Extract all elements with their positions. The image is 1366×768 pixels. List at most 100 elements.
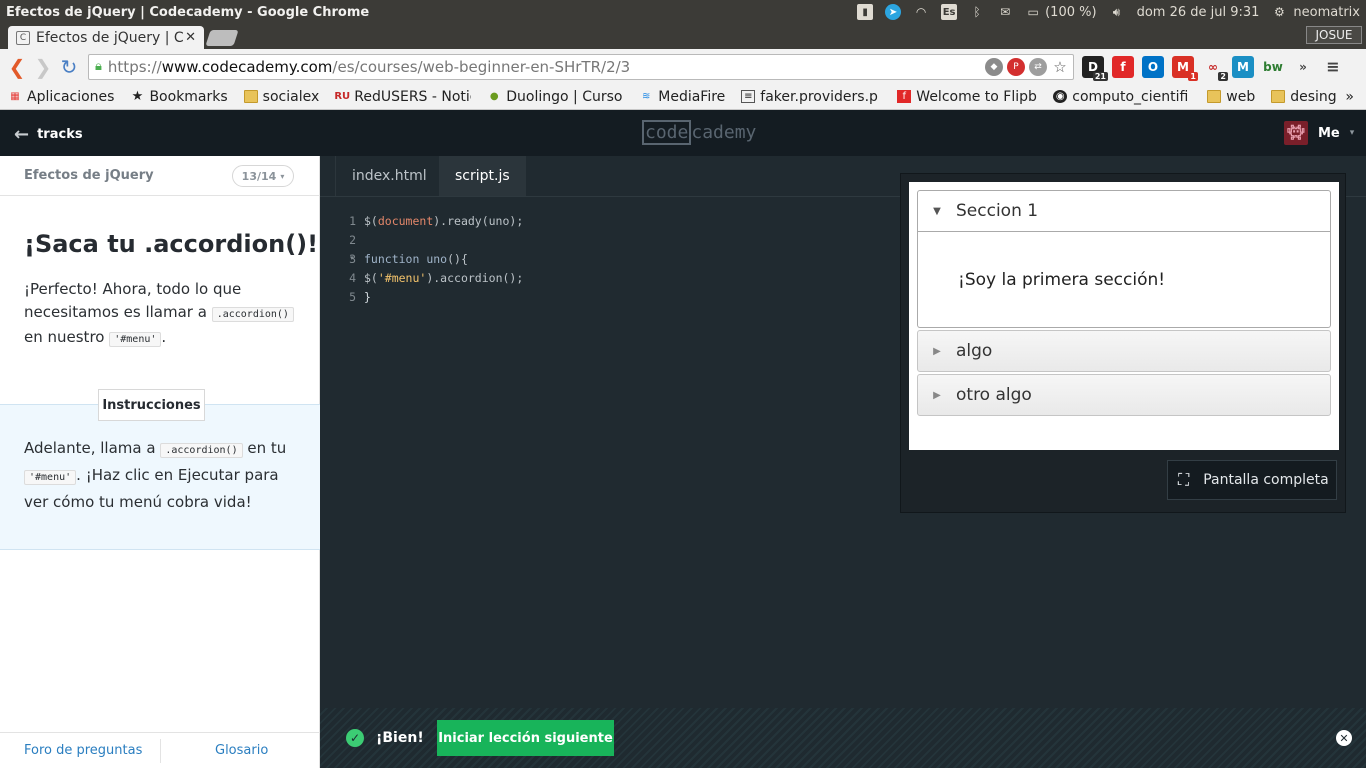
bookmark-mediafire[interactable]: ≋ MediaFire [639, 89, 725, 105]
tab-title: Efectos de jQuery | C [36, 29, 184, 46]
github-icon: ◉ [1053, 90, 1068, 103]
next-lesson-button[interactable]: Iniciar lección siguiente [437, 720, 614, 756]
check-circle-icon: ✓ [346, 729, 364, 747]
bookmark-aplicaciones[interactable]: ▦ Aplicaciones [8, 89, 114, 105]
back-arrow-icon[interactable]: ❮ [4, 55, 30, 79]
apps-grid-icon: ▦ [10, 91, 20, 102]
accordion-content: ¡Soy la primera sección! [958, 269, 1166, 290]
bookmark-desing[interactable]: desing [1271, 89, 1337, 105]
new-tab-button[interactable] [205, 30, 239, 46]
reload-icon[interactable]: ↻ [56, 55, 82, 79]
translate-icon[interactable]: ⇄ [1029, 57, 1047, 76]
outlook-extension-icon[interactable]: O [1142, 55, 1164, 78]
line-number: 1 [349, 214, 356, 228]
fullscreen-button[interactable]: ⛶ Pantalla completa [1167, 460, 1337, 500]
link-extension-icon[interactable]: ∞ 2 [1202, 56, 1228, 81]
tab-script-js[interactable]: script.js [439, 156, 526, 196]
star-icon: ★ [131, 89, 144, 104]
browser-tab[interactable]: C Efectos de jQuery | C ✕ [8, 26, 204, 49]
bookmark-label: Aplicaciones [27, 88, 115, 105]
accordion-header-algo[interactable]: ▶ algo [917, 330, 1331, 372]
user-name: neomatrix [1293, 4, 1360, 20]
tab-index-html[interactable]: index.html [335, 156, 444, 196]
bookmark-flipboard[interactable]: f Welcome to Flipb [897, 89, 1037, 105]
clock[interactable]: dom 26 de jul 9:31 [1137, 5, 1260, 20]
avatar: 👾︎ [1284, 121, 1308, 145]
glossary-link[interactable]: Glosario [215, 743, 268, 758]
battery-indicator[interactable]: ▭ (100 %) [1025, 4, 1096, 20]
forum-link[interactable]: Foro de preguntas [24, 743, 142, 758]
todoist-extension-icon[interactable]: D 21 [1082, 55, 1108, 81]
code-token: (){ [447, 252, 468, 266]
bookmark-faker[interactable]: ≡ faker.providers.p [741, 89, 881, 105]
bookmark-web[interactable]: web [1207, 89, 1255, 105]
user-menu[interactable]: 👾︎ Me ▾ [1284, 121, 1354, 145]
chrome-menu-icon[interactable]: ≡ [1322, 56, 1344, 78]
line-number: 2 [349, 233, 356, 247]
telegram-icon[interactable]: ➤ [885, 4, 902, 20]
close-icon[interactable]: ✕ [1336, 730, 1352, 746]
code-token: $( [364, 271, 378, 285]
bookmark-bookmarks[interactable]: ★ Bookmarks [130, 89, 228, 105]
bookmark-star-icon[interactable]: ☆ [1051, 58, 1069, 76]
document-icon: ≡ [741, 90, 756, 103]
bluetooth-icon[interactable]: ᛒ [969, 4, 985, 20]
code-token: ).accordion(); [426, 271, 524, 285]
profile-button[interactable]: JOSUE [1306, 26, 1362, 44]
caret-down-icon: ▾ [280, 171, 285, 181]
line-number: 4 [349, 271, 356, 285]
instruction-text: Adelante, llama a [24, 439, 156, 457]
code-text[interactable]: $(document).ready(uno); function uno(){$… [364, 212, 523, 307]
lesson-progress-dropdown[interactable]: 13/14 ▾ [232, 165, 294, 187]
os-top-panel: Efectos de jQuery | Codecademy - Google … [0, 0, 1366, 24]
preview-frame: ▼ Seccion 1 ¡Soy la primera sección! ▶ a… [909, 182, 1339, 450]
fullscreen-label: Pantalla completa [1203, 472, 1329, 488]
triangle-right-icon: ▶ [933, 389, 941, 401]
redusers-icon: RU [335, 91, 351, 102]
bookmark-github[interactable]: ◉ computo_cientifi [1053, 89, 1191, 105]
line-number: 5 [349, 290, 356, 304]
tracks-label: tracks [37, 127, 83, 142]
clipboard-icon[interactable]: ▮ [857, 4, 874, 20]
accordion-header-otro-algo[interactable]: ▶ otro algo [917, 374, 1331, 416]
bw-extension-icon[interactable]: bw [1262, 56, 1284, 78]
bookmark-redusers[interactable]: RU RedUSERS - Notic [335, 89, 471, 105]
volume-icon[interactable]: 🔊︎ [1109, 4, 1125, 20]
accordion-header-seccion-1[interactable]: ▼ Seccion 1 [917, 190, 1331, 232]
more-bookmarks-icon[interactable]: » [1345, 89, 1354, 105]
accordion-title: otro algo [956, 385, 1032, 405]
code-token: document [377, 214, 434, 228]
logo-boxed-text: code [642, 120, 692, 145]
bookmark-label: faker.providers.p [760, 88, 878, 105]
tracks-link[interactable]: ← tracks [14, 124, 83, 145]
fold-arrow-icon[interactable]: ▾ [350, 254, 354, 262]
intro-text: . [161, 328, 167, 346]
arrow-left-icon: ← [14, 124, 30, 145]
gmail-extension-icon[interactable]: M1 [1172, 55, 1198, 81]
progress-label: 13/14 [241, 169, 277, 183]
code-token: $( [364, 214, 378, 228]
m-extension-icon[interactable]: M [1232, 55, 1254, 78]
bookmark-socialex[interactable]: socialex [243, 89, 319, 105]
tab-close-icon[interactable]: ✕ [185, 30, 196, 45]
lesson-footer: Foro de preguntas Glosario [0, 732, 320, 768]
lesson-panel: Efectos de jQuery 13/14 ▾ ¡Saca tu .acco… [0, 156, 320, 768]
codecademy-logo[interactable]: code cademy [642, 120, 756, 145]
wifi-icon[interactable]: ◠ [913, 4, 929, 20]
address-bar[interactable]: 🔒︎ https://www.codecademy.com/es/courses… [88, 53, 1074, 80]
mail-icon[interactable]: ✉ [997, 4, 1013, 20]
intro-text: en nuestro [24, 328, 105, 346]
lock-icon[interactable]: 🔒︎ [95, 59, 102, 74]
codecademy-favicon-icon: C [16, 30, 30, 45]
forward-arrow-icon[interactable]: ❯ [30, 55, 56, 79]
instruction-text: en tu [247, 439, 287, 457]
shield-icon[interactable]: ◆ [985, 57, 1003, 76]
keyboard-layout-indicator[interactable]: Es [941, 4, 958, 20]
session-menu[interactable]: ⚙ neomatrix [1271, 4, 1360, 20]
flipboard-extension-icon[interactable]: f [1112, 55, 1134, 78]
more-extensions-icon[interactable]: » [1292, 56, 1314, 78]
fullscreen-icon: ⛶ [1178, 470, 1190, 489]
pro-extension-icon[interactable]: P [1007, 57, 1025, 76]
bookmark-duolingo[interactable]: ● Duolingo | Curso [487, 89, 623, 105]
accordion-title: algo [956, 341, 993, 361]
